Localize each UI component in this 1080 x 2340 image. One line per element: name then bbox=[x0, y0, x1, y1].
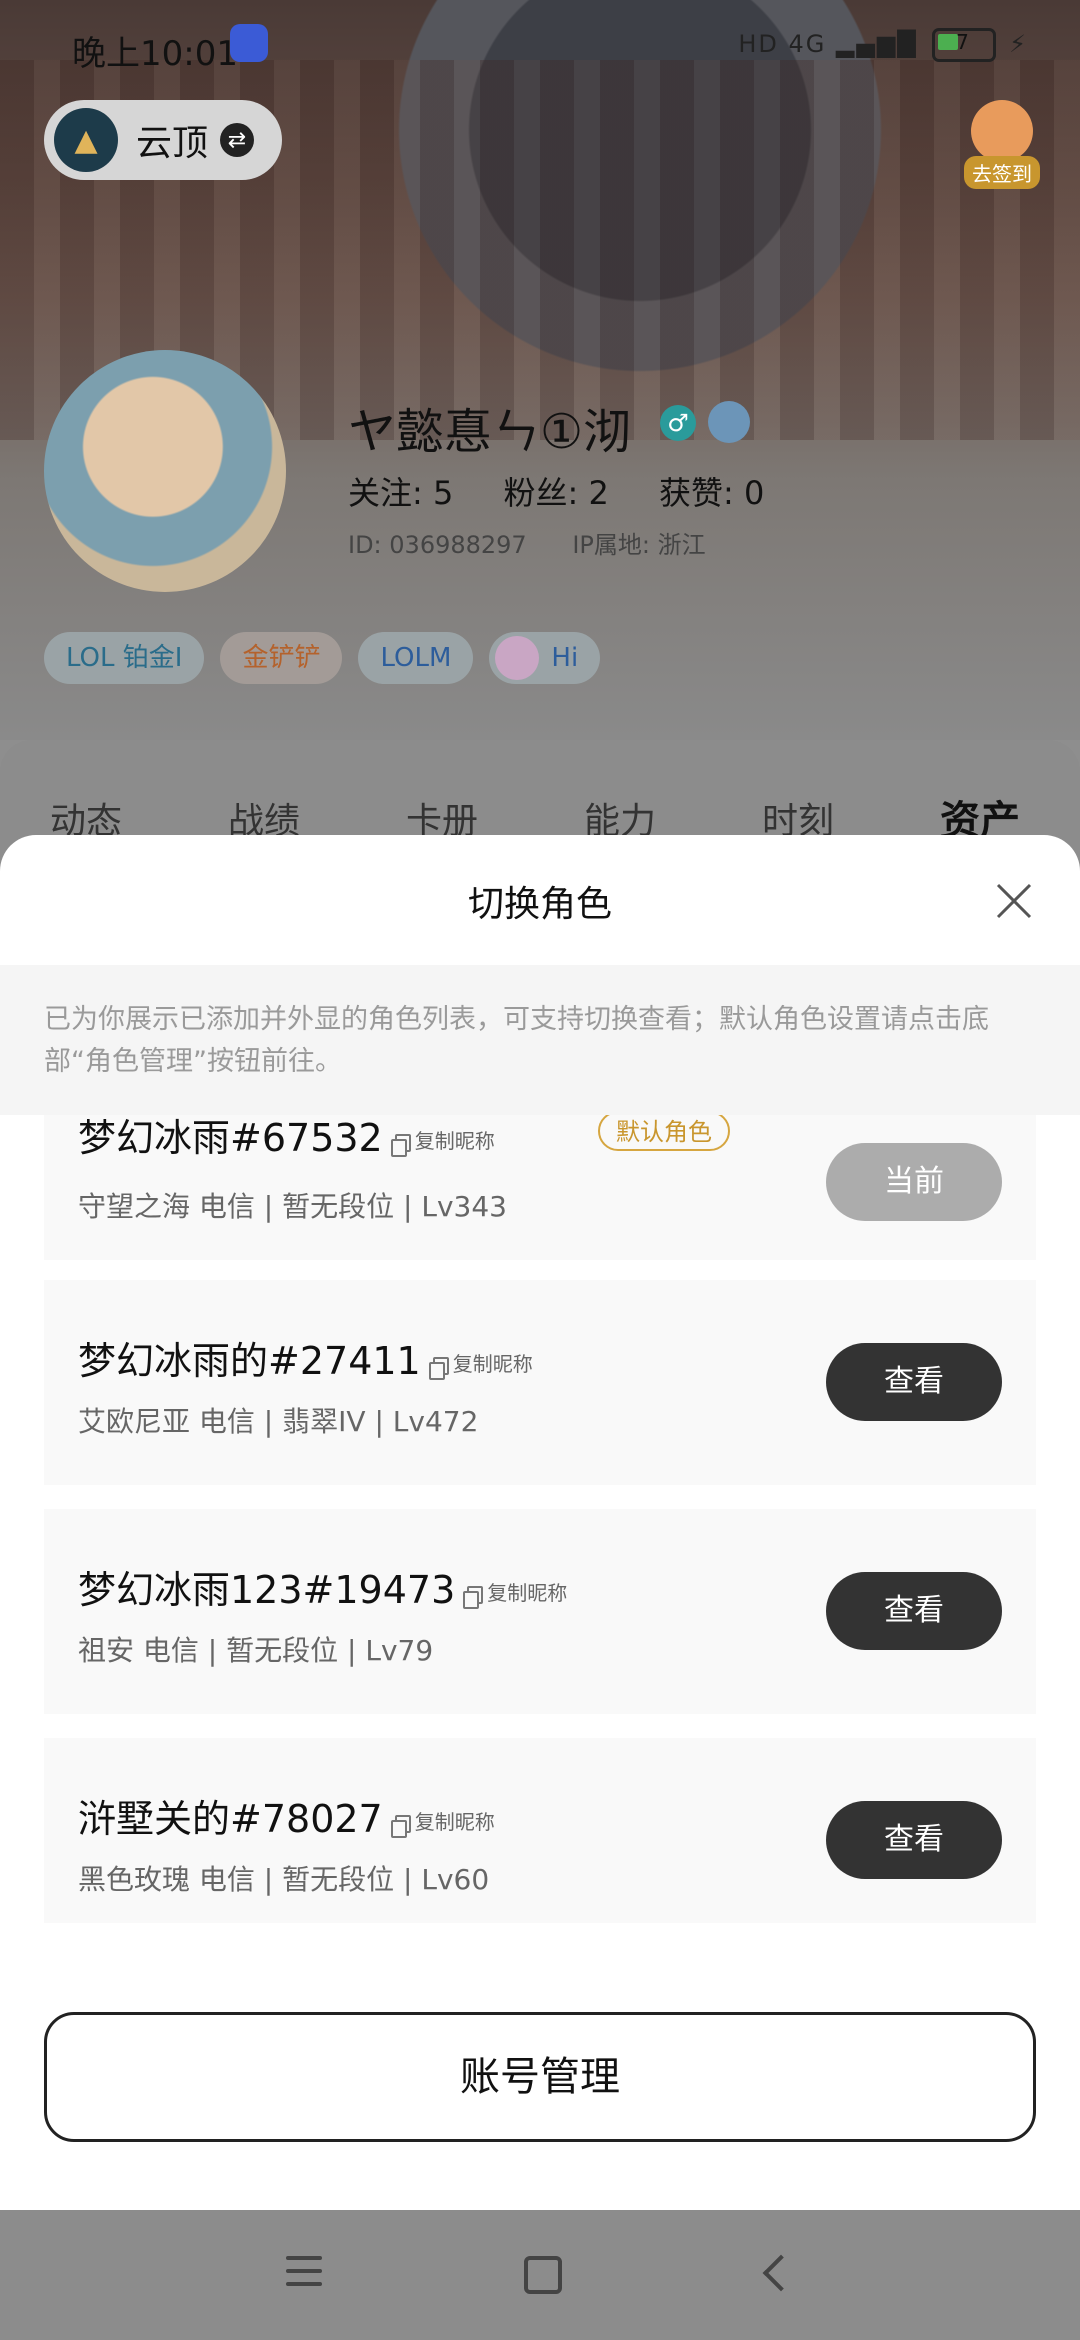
default-role-badge: 默认角色 bbox=[598, 1111, 730, 1151]
view-role-button[interactable]: 查看 bbox=[826, 1801, 1002, 1879]
chip-jinchanchan[interactable]: 金铲铲 bbox=[220, 632, 343, 684]
account-management-button[interactable]: 账号管理 bbox=[44, 2012, 1036, 2142]
notification-app-icon bbox=[230, 24, 268, 62]
profile-nickname: ヤ懿惪ㄣ①沏 bbox=[348, 404, 632, 460]
fans-count[interactable]: 粉丝: 2 bbox=[504, 474, 609, 512]
system-nav-bar bbox=[0, 2210, 1080, 2340]
charging-icon: ⚡ bbox=[1009, 30, 1028, 58]
role-name: 浒墅关的#78027 bbox=[78, 1797, 383, 1841]
profile-id-line: ID: 036988297 IP属地: 浙江 bbox=[348, 525, 744, 560]
copy-nickname-link[interactable]: 复制昵称 bbox=[487, 1577, 567, 1606]
copy-icon[interactable] bbox=[390, 1134, 411, 1157]
chip-hi[interactable]: Hi bbox=[489, 632, 601, 684]
male-gender-icon: ♂ bbox=[660, 405, 696, 441]
chip-lol[interactable]: LOL 铂金I bbox=[44, 632, 205, 684]
game-logo-icon: ▲ bbox=[54, 108, 118, 172]
home-icon[interactable] bbox=[524, 2256, 562, 2294]
user-id: ID: 036988297 bbox=[348, 531, 527, 559]
game-tags: LOL 铂金I 金铲铲 LOLM Hi bbox=[44, 632, 601, 684]
network-type: 4G bbox=[788, 30, 827, 58]
hd-icon: HD bbox=[738, 30, 779, 58]
avatar[interactable] bbox=[44, 350, 286, 592]
copy-icon[interactable] bbox=[463, 1586, 484, 1609]
view-role-button[interactable]: 查看 bbox=[826, 1343, 1002, 1421]
rank-badge-icon[interactable] bbox=[708, 401, 750, 443]
back-icon[interactable] bbox=[762, 2254, 800, 2292]
role-card[interactable]: 梦幻冰雨的#27411 复制昵称 艾欧尼亚 电信 | 翡翠IV | Lv472 … bbox=[44, 1280, 1036, 1485]
copy-icon[interactable] bbox=[390, 1815, 411, 1838]
profile-tabs: 动态 战绩 卡册 能力 时刻 资产 bbox=[0, 740, 1080, 850]
chip-avatar-icon bbox=[495, 636, 540, 680]
switch-icon: ⇄ bbox=[220, 123, 255, 157]
follow-count[interactable]: 关注: 5 bbox=[348, 474, 453, 512]
sheet-notice: 已为你展示已添加并外显的角色列表，可支持切换查看；默认角色设置请点击底部“角色管… bbox=[0, 965, 1080, 1115]
role-info: 黑色玫瑰 电信 | 暂无段位 | Lv60 bbox=[78, 1863, 490, 1896]
role-info: 守望之海 电信 | 暂无段位 | Lv343 bbox=[78, 1190, 507, 1223]
role-name: 梦幻冰雨123#19473 bbox=[78, 1568, 456, 1612]
status-indicators: HD 4G ▂▄▆█ 7 ⚡ bbox=[738, 28, 1028, 62]
battery-icon: 7 bbox=[931, 28, 996, 62]
switch-role-sheet: 切换角色 已为你展示已添加并外显的角色列表，可支持切换查看；默认角色设置请点击底… bbox=[0, 835, 1080, 2210]
game-name: 云顶 bbox=[136, 123, 209, 164]
role-info: 祖安 电信 | 暂无段位 | Lv79 bbox=[78, 1634, 434, 1667]
game-switch-button[interactable]: ▲ 云顶 ⇄ bbox=[44, 100, 282, 180]
menu-icon[interactable] bbox=[286, 2256, 322, 2295]
status-bar: 晚上10:01 HD 4G ▂▄▆█ 7 ⚡ bbox=[0, 0, 1080, 100]
copy-nickname-link[interactable]: 复制昵称 bbox=[453, 1348, 533, 1377]
signin-mascot-icon bbox=[971, 100, 1033, 162]
copy-nickname-link[interactable]: 复制昵称 bbox=[415, 1806, 495, 1835]
role-card[interactable]: 梦幻冰雨#67532 复制昵称 默认角色 守望之海 电信 | 暂无段位 | Lv… bbox=[44, 1095, 1036, 1260]
signin-label: 去签到 bbox=[964, 156, 1040, 189]
copy-icon[interactable] bbox=[428, 1357, 449, 1380]
role-name: 梦幻冰雨#67532 bbox=[78, 1116, 383, 1160]
copy-nickname-link[interactable]: 复制昵称 bbox=[415, 1125, 495, 1154]
close-icon[interactable] bbox=[992, 879, 1036, 923]
role-name: 梦幻冰雨的#27411 bbox=[78, 1339, 421, 1383]
role-card[interactable]: 梦幻冰雨123#19473 复制昵称 祖安 电信 | 暂无段位 | Lv79 查… bbox=[44, 1509, 1036, 1714]
signal-icon: ▂▄▆█ bbox=[836, 30, 918, 58]
profile-stats: 关注: 5 粉丝: 2 获赞: 0 bbox=[348, 468, 804, 514]
likes-count: 获赞: 0 bbox=[659, 474, 765, 512]
current-role-button[interactable]: 当前 bbox=[826, 1143, 1002, 1221]
view-role-button[interactable]: 查看 bbox=[826, 1572, 1002, 1650]
sheet-title: 切换角色 bbox=[467, 884, 612, 925]
role-info: 艾欧尼亚 电信 | 翡翠IV | Lv472 bbox=[78, 1405, 479, 1438]
role-card[interactable]: 浒墅关的#78027 复制昵称 黑色玫瑰 电信 | 暂无段位 | Lv60 查看 bbox=[44, 1738, 1036, 1923]
status-time: 晚上10:01 bbox=[72, 34, 238, 74]
signin-button[interactable]: 去签到 bbox=[964, 100, 1040, 189]
ip-location: IP属地: 浙江 bbox=[572, 531, 706, 559]
chip-lolm[interactable]: LOLM bbox=[358, 632, 474, 684]
